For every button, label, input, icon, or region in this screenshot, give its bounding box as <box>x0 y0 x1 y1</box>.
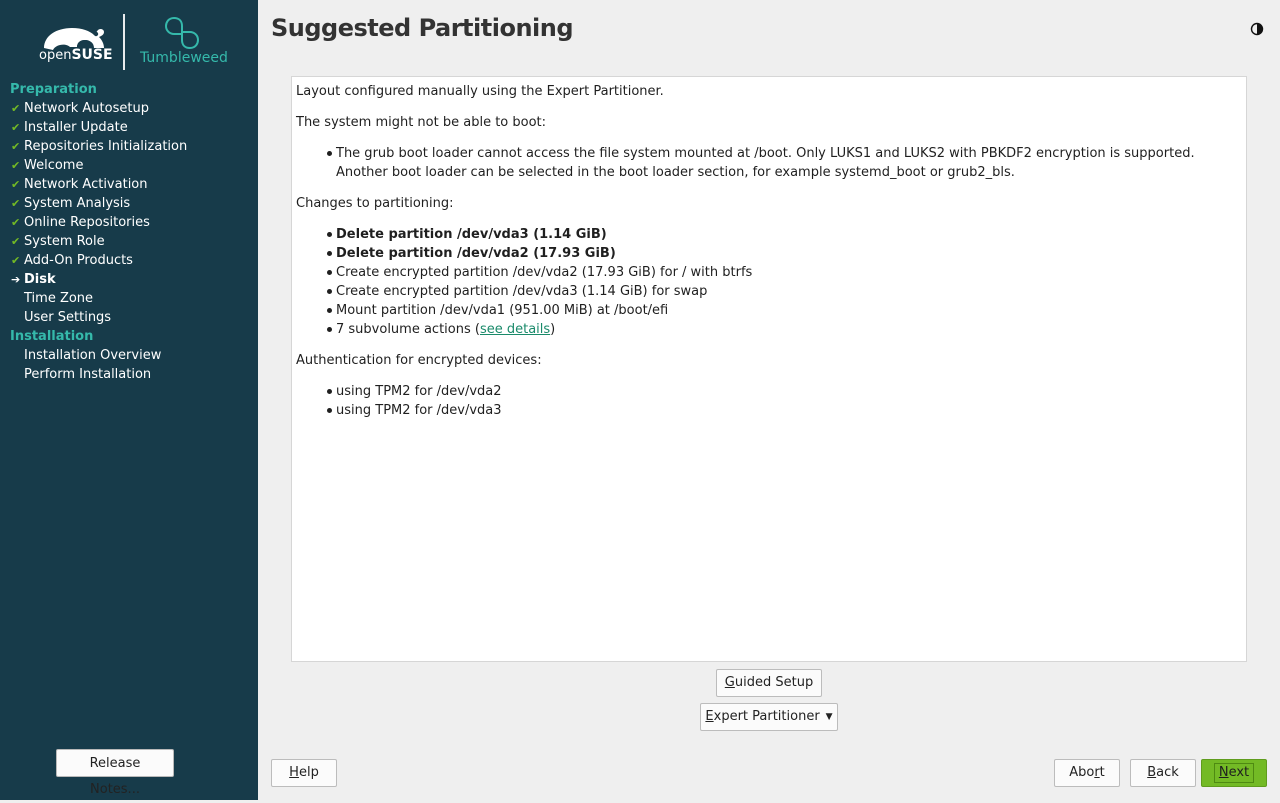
back-button[interactable]: Back <box>1130 759 1196 787</box>
section-header: Preparation <box>10 82 97 97</box>
sidebar-step-label: Installer Update <box>24 120 128 135</box>
list-item: Create encrypted partition /dev/vda3 (1.… <box>327 282 1242 301</box>
list-item: Delete partition /dev/vda2 (17.93 GiB) <box>327 244 1242 263</box>
sidebar-step: ✔ Add-On Products <box>0 251 258 270</box>
sidebar-step: Time Zone <box>0 289 258 308</box>
sidebar-step-label: Welcome <box>24 158 84 173</box>
sidebar-step: ✔ System Role <box>0 232 258 251</box>
list-item-text: 7 subvolume actions ( <box>336 322 480 337</box>
sidebar-step-label: Repositories Initialization <box>24 139 188 154</box>
list-item: Create encrypted partition /dev/vda2 (17… <box>327 263 1242 282</box>
check-icon: ✔ <box>11 235 21 248</box>
check-icon: ✔ <box>11 254 21 267</box>
sidebar-step-label: User Settings <box>24 310 112 325</box>
logo-divider <box>123 14 125 70</box>
sidebar-step-label: Network Autosetup <box>24 101 149 116</box>
list-item-text: ) <box>550 322 556 337</box>
sidebar-step-label: Network Activation <box>24 177 148 192</box>
guided-setup-button[interactable]: Guided Setup <box>716 669 822 697</box>
sidebar-step-label: Perform Installation <box>24 367 152 382</box>
subvolume-actions-item: 7 subvolume actions (see details) <box>327 320 1242 339</box>
abort-button[interactable]: Abort <box>1054 759 1120 787</box>
help-button[interactable]: Help <box>271 759 337 787</box>
check-icon: ✔ <box>11 102 21 115</box>
partitioning-summary: Layout configured manually using the Exp… <box>291 76 1247 662</box>
sidebar-step: ✔ Welcome <box>0 156 258 175</box>
sidebar-step: Perform Installation <box>0 365 258 384</box>
arrow-right-icon: ➔ <box>11 273 21 286</box>
sidebar-step-label: Time Zone <box>24 291 94 306</box>
list-item: using TPM2 for /dev/vda3 <box>327 401 1242 420</box>
sidebar-step: ✔ Network Activation <box>0 175 258 194</box>
check-icon: ✔ <box>11 121 21 134</box>
installation-steps: Preparation ✔ Network Autosetup ✔ Installer … <box>0 80 258 384</box>
sidebar-step: User Settings <box>0 308 258 327</box>
list-item: Delete partition /dev/vda3 (1.14 GiB) <box>327 225 1242 244</box>
tumbleweed-logo <box>164 16 200 50</box>
sidebar-step: ✔ Network Autosetup <box>0 99 258 118</box>
changes-heading: Changes to partitioning: <box>296 196 454 211</box>
sidebar-step: ➔ Disk <box>0 270 258 289</box>
auth-heading: Authentication for encrypted devices: <box>296 353 542 368</box>
list-item: using TPM2 for /dev/vda2 <box>327 382 1242 401</box>
sidebar-step: Installation Overview <box>0 346 258 365</box>
list-item: The grub boot loader cannot access the f… <box>327 144 1242 182</box>
sidebar-step-label: Disk <box>24 272 56 287</box>
intro-text: Layout configured manually using the Exp… <box>296 84 664 99</box>
sidebar-step: ✔ Repositories Initialization <box>0 137 258 156</box>
auth-list: using TPM2 for /dev/vda2 using TPM2 for /… <box>296 382 1242 420</box>
sidebar-step-label: System Role <box>24 234 105 249</box>
boot-warning-heading: The system might not be able to boot: <box>296 115 547 130</box>
half-moon-icon[interactable] <box>1250 22 1264 36</box>
check-icon: ✔ <box>11 178 21 191</box>
sidebar-step: ✔ System Analysis <box>0 194 258 213</box>
page-title: Suggested Partitioning <box>271 14 574 42</box>
logo-area: openSUSE Tumbleweed <box>0 0 258 80</box>
see-details-link[interactable]: see details <box>480 322 550 337</box>
caret-down-icon: ▼ <box>825 712 833 722</box>
section-header: Installation <box>10 329 94 344</box>
release-notes-button[interactable]: Release Notes... <box>56 749 174 797</box>
sidebar-step-label: Add-On Products <box>24 253 133 268</box>
sidebar-step: ✔ Installer Update <box>0 118 258 137</box>
list-item: Mount partition /dev/vda1 (951.00 MiB) a… <box>327 301 1242 320</box>
check-icon: ✔ <box>11 140 21 153</box>
opensuse-wordmark: openSUSE <box>39 47 113 63</box>
check-icon: ✔ <box>11 197 21 210</box>
sidebar-step-label: Online Repositories <box>24 215 150 230</box>
check-icon: ✔ <box>11 216 21 229</box>
next-button[interactable]: Next <box>1201 759 1267 787</box>
sidebar-step-label: Installation Overview <box>24 348 162 363</box>
check-icon: ✔ <box>11 159 21 172</box>
changes-list: Delete partition /dev/vda3 (1.14 GiB) Del… <box>296 225 1242 339</box>
expert-partitioner-button[interactable]: Expert Partitioner ▼ <box>700 703 838 731</box>
boot-warning-list: The grub boot loader cannot access the f… <box>296 144 1242 182</box>
sidebar-step: ✔ Online Repositories <box>0 213 258 232</box>
tumbleweed-wordmark: Tumbleweed <box>140 50 228 66</box>
sidebar-step-label: System Analysis <box>24 196 131 211</box>
sidebar: openSUSE Tumbleweed Preparation ✔ Network … <box>0 0 258 800</box>
